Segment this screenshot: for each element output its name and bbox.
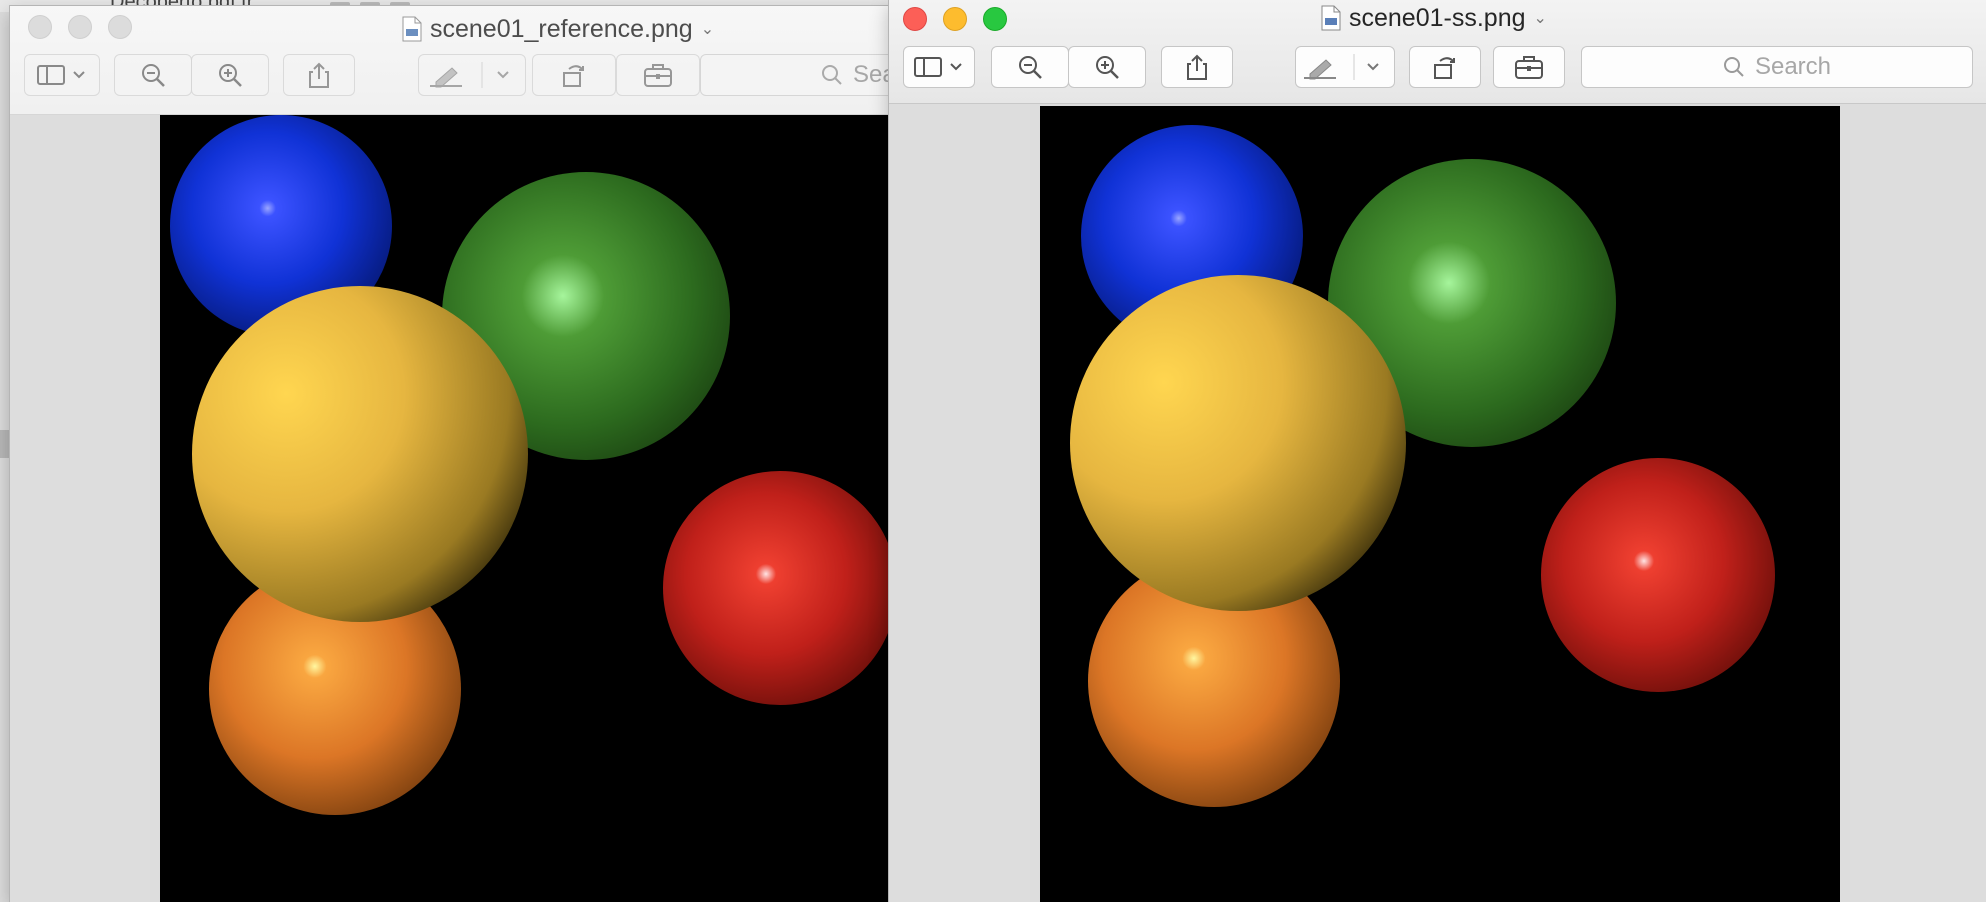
rotate-icon xyxy=(563,65,584,87)
window-title[interactable]: scene01-ss.png ⌄ xyxy=(1321,3,1547,33)
red-sphere xyxy=(663,471,890,705)
search-placeholder: Search xyxy=(1754,53,1832,80)
rotate-button[interactable] xyxy=(1409,46,1481,88)
toolbox-button[interactable] xyxy=(616,54,700,96)
search-field[interactable]: Search xyxy=(1581,46,1973,88)
sphere-render-reference xyxy=(170,115,890,815)
yellow-sphere xyxy=(1070,275,1406,611)
toolbox-icon xyxy=(1515,56,1543,79)
sidebar-icon xyxy=(914,57,962,77)
share-icon xyxy=(309,62,329,88)
markup-pen-icon xyxy=(1304,54,1379,80)
zoom-in-button[interactable] xyxy=(1068,46,1146,88)
sidebar-button[interactable] xyxy=(24,54,100,96)
close-button[interactable] xyxy=(28,15,52,39)
document-view[interactable] xyxy=(10,115,890,902)
window-title-text: scene01_reference.png xyxy=(430,14,693,43)
window-toolbar: scene01-ss.png ⌄ Search xyxy=(889,0,1986,104)
markup-button[interactable] xyxy=(418,54,526,96)
document-view[interactable] xyxy=(889,104,1986,902)
sidebar-button[interactable] xyxy=(903,46,975,88)
zoom-in-button[interactable] xyxy=(191,54,269,96)
markup-button[interactable] xyxy=(1295,46,1395,88)
window-toolbar: scene01_reference.png ⌄ Sea xyxy=(10,6,890,115)
share-button[interactable] xyxy=(283,54,355,96)
zoom-in-icon xyxy=(1096,56,1119,79)
close-button[interactable] xyxy=(903,7,927,31)
png-document-icon xyxy=(1321,5,1341,31)
sphere-render-screenshot xyxy=(1070,125,1775,807)
share-button[interactable] xyxy=(1161,46,1233,88)
rendered-image xyxy=(1040,106,1840,902)
zoom-out-button[interactable] xyxy=(114,54,192,96)
minimize-button[interactable] xyxy=(68,15,92,39)
png-document-icon xyxy=(402,16,422,42)
search-icon xyxy=(822,65,842,85)
zoom-out-icon xyxy=(1019,56,1042,79)
title-chevron-icon: ⌄ xyxy=(1533,10,1547,27)
share-icon xyxy=(1187,54,1207,80)
rotate-button[interactable] xyxy=(532,54,616,96)
zoom-out-button[interactable] xyxy=(991,46,1069,88)
title-chevron-icon: ⌄ xyxy=(700,21,715,38)
window-title[interactable]: scene01_reference.png ⌄ xyxy=(402,14,714,44)
minimize-button[interactable] xyxy=(943,7,967,31)
zoom-button[interactable] xyxy=(983,7,1007,31)
zoom-button[interactable] xyxy=(108,15,132,39)
window-title-text: scene01-ss.png xyxy=(1349,3,1526,32)
background-window-edge xyxy=(0,430,10,458)
toolbox-icon xyxy=(644,64,672,87)
zoom-in-icon xyxy=(219,64,242,87)
rotate-icon xyxy=(1434,57,1455,79)
search-placeholder: Sea xyxy=(853,61,890,88)
zoom-out-icon xyxy=(142,64,165,87)
search-icon xyxy=(1723,57,1744,77)
sidebar-icon xyxy=(37,65,85,85)
markup-pen-icon xyxy=(430,62,509,88)
preview-window-reference[interactable]: scene01_reference.png ⌄ Sea xyxy=(10,6,890,902)
preview-window-screenshot[interactable]: scene01-ss.png ⌄ Search xyxy=(889,0,1986,902)
rendered-image xyxy=(160,115,890,902)
yellow-sphere xyxy=(192,286,528,622)
search-field[interactable]: Sea xyxy=(700,54,890,96)
red-sphere xyxy=(1541,458,1775,692)
toolbox-button[interactable] xyxy=(1493,46,1565,88)
